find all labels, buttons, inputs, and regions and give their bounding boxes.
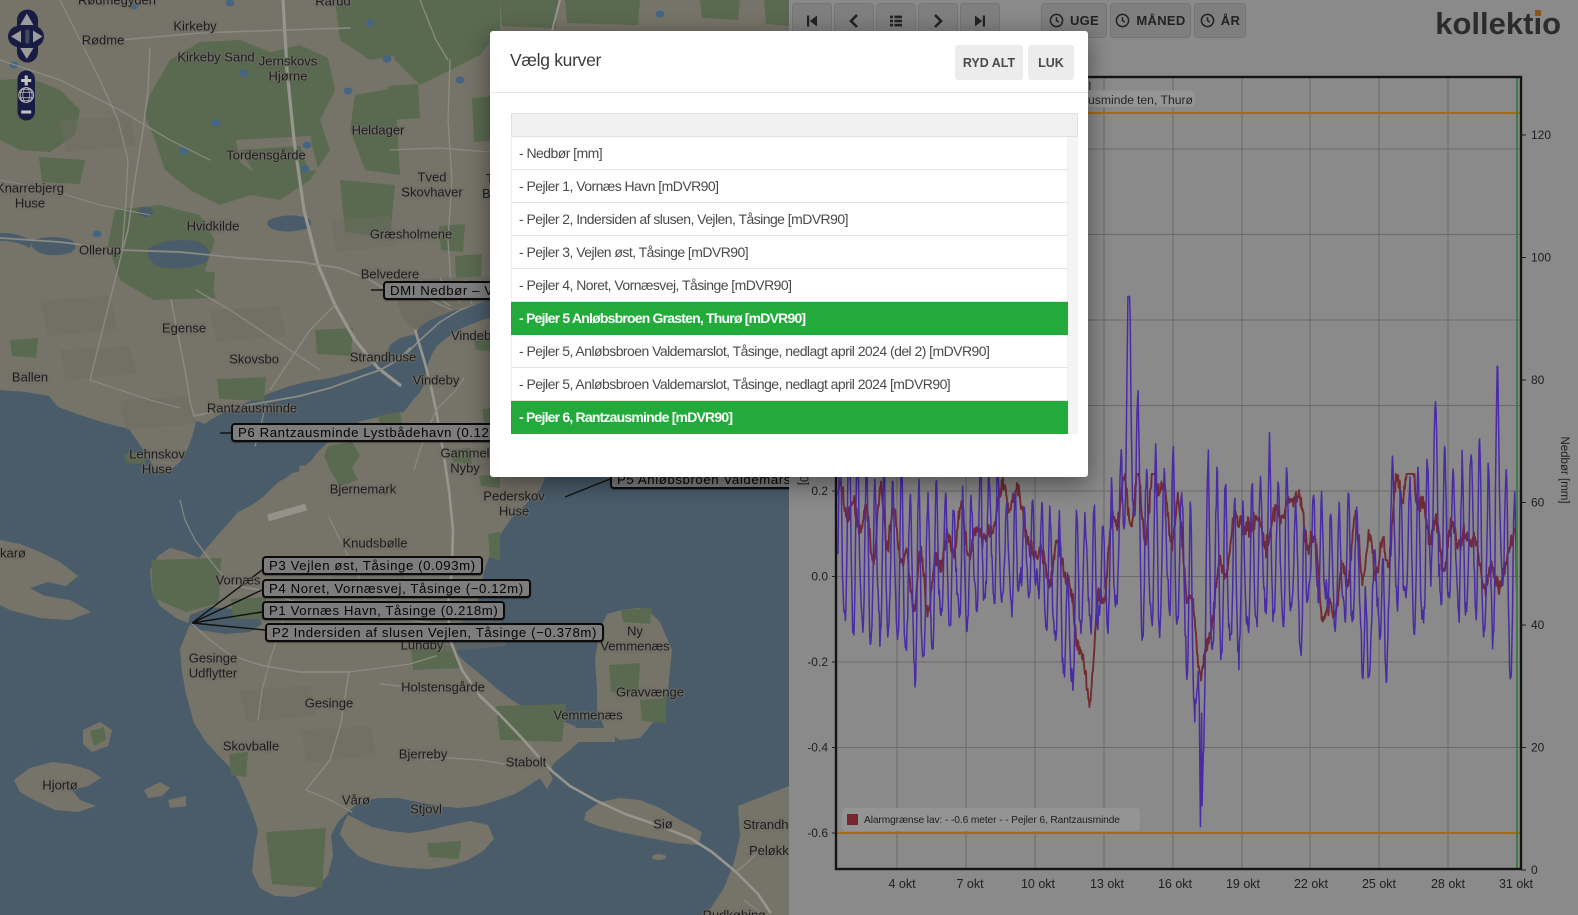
- svg-text:16 okt: 16 okt: [1158, 877, 1193, 891]
- svg-text:-0.6: -0.6: [807, 826, 828, 840]
- svg-text:Nedbør [mm]: Nedbør [mm]: [1558, 436, 1570, 503]
- svg-text:100: 100: [1531, 251, 1551, 265]
- svg-text:usminde: usminde: [1088, 93, 1134, 107]
- svg-text:-0.4: -0.4: [807, 741, 828, 755]
- svg-text:19 okt: 19 okt: [1226, 877, 1261, 891]
- svg-text:28 okt: 28 okt: [1431, 877, 1466, 891]
- svg-text:7 okt: 7 okt: [956, 877, 984, 891]
- svg-text:4 okt: 4 okt: [888, 877, 916, 891]
- svg-text:31 okt: 31 okt: [1499, 877, 1534, 891]
- svg-text:120: 120: [1531, 128, 1551, 142]
- svg-text:Alarmgrænse lav: - -0.6 meter: Alarmgrænse lav: - -0.6 meter - - Pejler…: [864, 815, 1120, 826]
- svg-text:20: 20: [1531, 741, 1545, 755]
- svg-text:40: 40: [1531, 618, 1545, 632]
- svg-text:0: 0: [1531, 863, 1538, 877]
- svg-text:0.0: 0.0: [811, 570, 828, 584]
- svg-text:60: 60: [1531, 496, 1545, 510]
- svg-text:25 okt: 25 okt: [1362, 877, 1397, 891]
- svg-text:10 okt: 10 okt: [1021, 877, 1056, 891]
- svg-text:80: 80: [1531, 373, 1545, 387]
- svg-text:l: l: [1089, 79, 1092, 93]
- svg-text:13 okt: 13 okt: [1090, 877, 1125, 891]
- svg-text:-0.2: -0.2: [807, 655, 828, 669]
- svg-text:22 okt: 22 okt: [1294, 877, 1329, 891]
- svg-text:0.2: 0.2: [811, 484, 828, 498]
- svg-text:ten, Thurø: ten, Thurø: [1137, 93, 1194, 107]
